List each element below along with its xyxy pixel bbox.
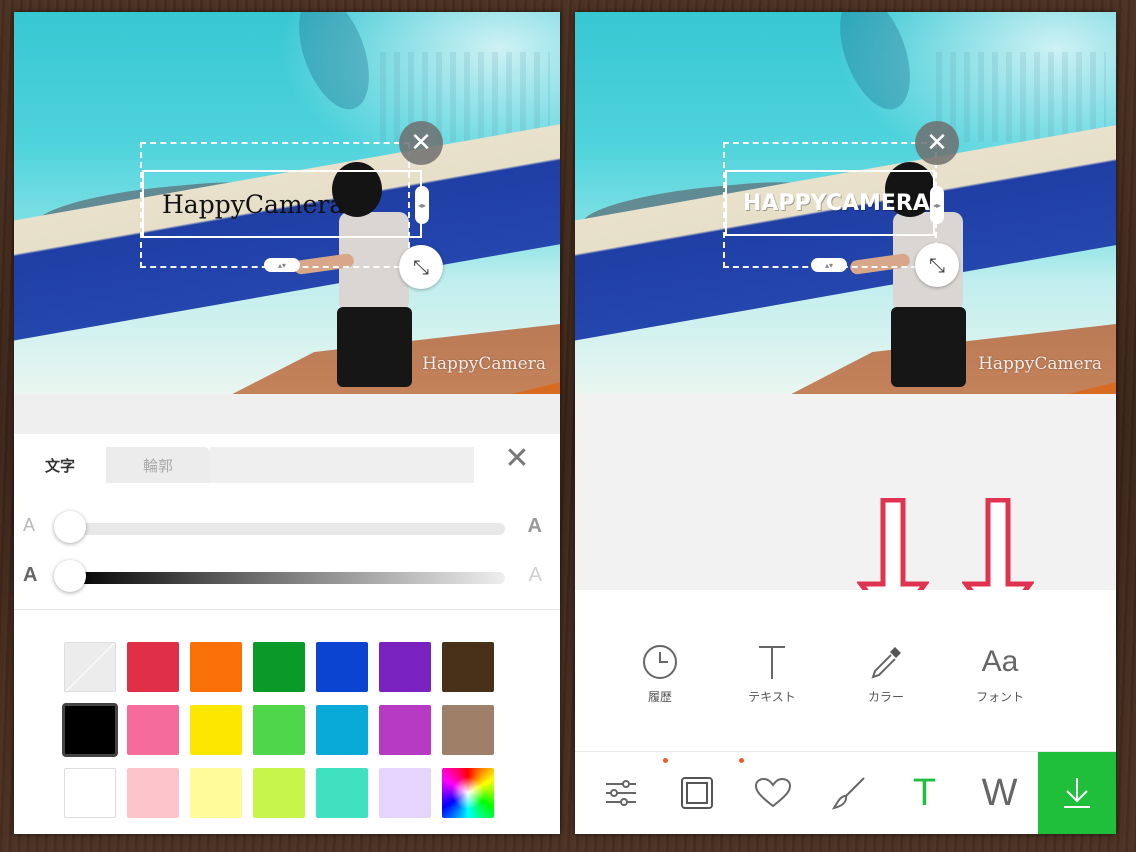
download-button[interactable] (1038, 752, 1116, 834)
watermark-text: HappyCamera (422, 354, 546, 374)
sliders-icon[interactable] (583, 752, 658, 834)
tool-color[interactable]: カラー (841, 642, 931, 705)
opacity-max-label: A (528, 564, 542, 586)
tab-text[interactable]: 文字 (14, 447, 106, 483)
color-swatch[interactable] (379, 768, 431, 818)
color-swatch[interactable] (64, 768, 116, 818)
color-swatch[interactable] (253, 768, 305, 818)
color-swatch[interactable] (64, 642, 116, 692)
photo-preview: HappyCamera HappyCamera ◂▸ ▴▾ ✕ ⤡ (14, 12, 560, 394)
width-handle[interactable]: ◂▸ (415, 186, 429, 224)
close-icon[interactable]: ✕ (399, 121, 443, 165)
heart-icon[interactable] (735, 752, 810, 834)
tool-history[interactable]: 履歴 (615, 642, 705, 705)
photo-preview-2: HappyCamera HAPPYCAMERA ◂▸ ▴▾ ✕ ⤡ (575, 12, 1116, 394)
size-track[interactable] (69, 523, 505, 535)
size-knob[interactable] (54, 511, 86, 543)
tool-color-label: カラー (867, 690, 904, 704)
heart-badge-dot (739, 758, 744, 763)
color-swatch[interactable] (62, 703, 118, 757)
tool-font-label: フォント (975, 690, 1024, 704)
left-screenshot: HappyCamera HappyCamera ◂▸ ▴▾ ✕ ⤡ 文字 輪郭 … (14, 12, 560, 834)
size-slider[interactable]: A A (14, 507, 560, 547)
opacity-min-label: A (23, 564, 38, 586)
text-overlay[interactable]: HappyCamera (142, 170, 422, 238)
height-handle-2[interactable]: ▴▾ (811, 258, 847, 272)
text-t-icon (727, 642, 817, 682)
download-icon (1064, 778, 1090, 808)
opacity-knob[interactable] (54, 560, 86, 592)
height-handle[interactable]: ▴▾ (264, 258, 300, 272)
color-swatch[interactable] (190, 705, 242, 755)
tool-text[interactable]: テキスト (727, 642, 817, 705)
color-swatch[interactable] (127, 705, 179, 755)
color-swatch[interactable] (316, 642, 368, 692)
color-swatch[interactable] (127, 768, 179, 818)
color-swatch[interactable] (379, 705, 431, 755)
eyedropper-icon (841, 642, 931, 682)
color-swatch[interactable] (442, 642, 494, 692)
color-swatch[interactable] (190, 768, 242, 818)
tool-history-label: 履歴 (647, 690, 672, 704)
text-icon[interactable]: T (887, 752, 962, 834)
close-icon-2[interactable]: ✕ (915, 121, 959, 165)
opacity-track[interactable] (69, 572, 505, 584)
color-swatch[interactable] (316, 705, 368, 755)
frame-badge-dot (663, 758, 668, 763)
color-swatch[interactable] (442, 705, 494, 755)
color-swatch[interactable] (127, 642, 179, 692)
color-palette (62, 642, 494, 818)
brush-icon[interactable] (811, 752, 886, 834)
text-overlay-2[interactable]: HAPPYCAMERA (725, 170, 935, 236)
frame-icon[interactable] (659, 752, 734, 834)
size-min-label: A (23, 515, 36, 535)
custom-color-swatch[interactable] (442, 768, 494, 818)
resize-icon-2[interactable]: ⤡ (915, 243, 959, 287)
text-tools-bar: 履歴 テキスト カラー Aa フォント (575, 590, 1116, 752)
clock-icon (615, 642, 705, 682)
watermark-text-2: HappyCamera (978, 354, 1102, 374)
close-panel-icon[interactable]: ✕ (474, 434, 560, 483)
watermark-icon[interactable]: W (962, 752, 1037, 834)
color-swatch[interactable] (379, 642, 431, 692)
font-aa-icon: Aa (981, 645, 1019, 678)
text-style-panel: 文字 輪郭 ✕ A A A A (14, 394, 560, 834)
color-swatch[interactable] (253, 642, 305, 692)
color-swatch[interactable] (316, 768, 368, 818)
tool-font[interactable]: Aa フォント (955, 642, 1045, 705)
bottom-toolbar: T W (575, 751, 1116, 834)
preview-background (575, 394, 1116, 590)
tab-outline[interactable]: 輪郭 (106, 447, 210, 483)
color-swatch[interactable] (190, 642, 242, 692)
opacity-slider[interactable]: A A (14, 556, 560, 596)
size-max-label: A (527, 515, 542, 537)
color-swatch[interactable] (253, 705, 305, 755)
right-screenshot: HappyCamera HAPPYCAMERA ◂▸ ▴▾ ✕ ⤡ 履歴 テキス… (575, 12, 1116, 834)
resize-icon[interactable]: ⤡ (399, 245, 443, 289)
width-handle-2[interactable]: ◂▸ (930, 186, 944, 224)
tool-text-label: テキスト (748, 690, 796, 704)
